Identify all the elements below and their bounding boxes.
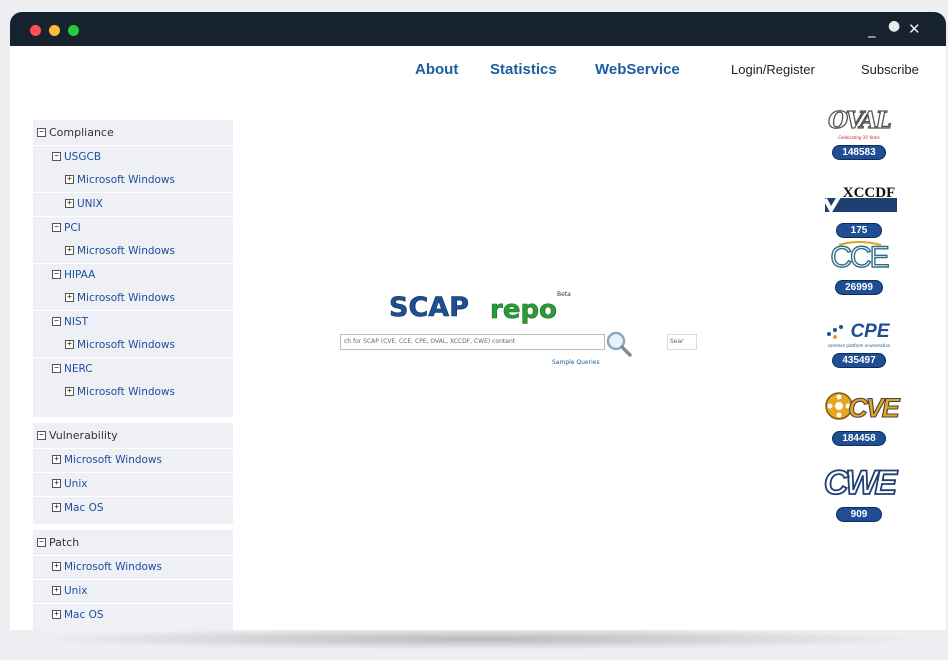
close-icon[interactable]: ✕: [908, 20, 921, 38]
browser-window: _ ● ✕ About Statistics WebService Login/…: [10, 12, 946, 630]
oval-count-badge: 148583: [832, 145, 886, 160]
nav-about[interactable]: About: [415, 61, 458, 78]
collapse-icon[interactable]: −: [52, 222, 61, 232]
xccdf-count-badge: 175: [835, 223, 883, 238]
expand-icon[interactable]: +: [52, 609, 61, 619]
cwe-count-badge: 909: [835, 507, 883, 522]
tree-item-vulnerability-windows[interactable]: + Microsoft Windows: [33, 449, 233, 473]
sample-queries-link[interactable]: Sample Queries: [552, 359, 600, 366]
tree-item-pci-windows[interactable]: + Microsoft Windows: [33, 240, 233, 264]
collapse-icon[interactable]: −: [52, 316, 61, 326]
oval-logo[interactable]: OVAL Celebrating 10 Years 148583: [799, 106, 919, 160]
window-shadow: [30, 628, 930, 650]
search-input[interactable]: ch for SCAP (CVE, CCE, CPE, OVAL, XCCDF,…: [340, 334, 605, 350]
oval-name: OVAL: [828, 108, 891, 134]
collapse-icon[interactable]: −: [52, 151, 61, 161]
expand-icon[interactable]: +: [65, 174, 74, 184]
collapse-icon[interactable]: −: [52, 269, 61, 279]
collapse-icon[interactable]: −: [37, 537, 46, 547]
cce-wordmark: CCE: [830, 240, 892, 274]
title-bar: _ ● ✕: [10, 12, 946, 46]
expand-icon[interactable]: +: [65, 198, 74, 208]
tree-item-patch[interactable]: − Patch: [33, 532, 233, 556]
oval-tagline: Celebrating 10 Years: [838, 135, 880, 140]
tree-item-hipaa[interactable]: − HIPAA: [33, 264, 233, 287]
expand-icon[interactable]: +: [52, 478, 61, 488]
nav-statistics[interactable]: Statistics: [490, 61, 557, 78]
collapse-icon[interactable]: −: [37, 430, 46, 440]
cce-count-badge: 26999: [835, 280, 883, 295]
oval-wordmark: OVAL: [827, 106, 893, 134]
tree-item-patch-unix[interactable]: + Unix: [33, 580, 233, 604]
tree-item-usgcb-windows[interactable]: + Microsoft Windows: [33, 169, 233, 193]
tree-item-nist[interactable]: − NIST: [33, 311, 233, 334]
tree-item-patch-mac[interactable]: + Mac OS: [33, 604, 233, 627]
scap-repo-logo: SCAP repo Beta: [389, 291, 571, 325]
tree-item-vulnerability-unix[interactable]: + Unix: [33, 473, 233, 497]
tree-item-nerc-windows[interactable]: + Microsoft Windows: [33, 381, 233, 413]
logo-scap-text: SCAP: [389, 292, 469, 323]
cpe-count-badge: 435497: [832, 353, 886, 368]
logo-repo-text: repo: [490, 295, 557, 325]
tree-item-usgcb[interactable]: − USGCB: [33, 146, 233, 169]
expand-icon[interactable]: +: [65, 386, 74, 396]
patch-group: − Patch + Microsoft Windows + Unix + Mac OS: [33, 530, 233, 630]
minimize-icon[interactable]: _: [868, 20, 876, 38]
collapse-icon[interactable]: −: [52, 363, 61, 373]
vulnerability-group: − Vulnerability + Microsoft Windows + Unix …: [33, 423, 233, 524]
cve-logo[interactable]: CVE 184458: [799, 390, 919, 446]
cwe-wordmark: CWE: [823, 463, 902, 503]
secondary-search-input[interactable]: Sear: [667, 334, 697, 350]
tree-item-patch-windows[interactable]: + Microsoft Windows: [33, 556, 233, 580]
cwe-logo[interactable]: CWE 909: [799, 463, 919, 522]
cve-wordmark: CVE: [825, 392, 903, 424]
tree-item-usgcb-unix[interactable]: + UNIX: [33, 193, 233, 217]
expand-icon[interactable]: +: [52, 454, 61, 464]
cve-count-badge: 184458: [832, 431, 886, 446]
cve-name: CVE: [848, 393, 901, 422]
category-tree: − Compliance − USGCB + Microsoft Windows + U…: [33, 120, 233, 630]
tree-item-pci[interactable]: − PCI: [33, 217, 233, 240]
tree-item-vulnerability-mac[interactable]: + Mac OS: [33, 497, 233, 520]
subscribe-link[interactable]: Subscribe: [861, 62, 919, 77]
tree-item-nerc[interactable]: − NERC: [33, 358, 233, 381]
expand-icon[interactable]: +: [65, 339, 74, 349]
logo-beta-text: Beta: [557, 291, 571, 298]
cpe-wordmark: CPE: [827, 321, 891, 342]
expand-icon[interactable]: +: [52, 585, 61, 595]
xccdf-logo[interactable]: XCCDF 175: [799, 184, 919, 238]
restore-icon[interactable]: ●: [888, 18, 900, 34]
nav-webservice[interactable]: WebService: [595, 61, 680, 78]
compliance-group: − Compliance − USGCB + Microsoft Windows + U…: [33, 120, 233, 417]
collapse-icon[interactable]: −: [37, 127, 46, 137]
tree-item-compliance[interactable]: − Compliance: [33, 122, 233, 146]
tree-item-vulnerability[interactable]: − Vulnerability: [33, 425, 233, 449]
search-icon[interactable]: [604, 330, 634, 358]
expand-icon[interactable]: +: [52, 502, 61, 512]
tree-item-hipaa-windows[interactable]: + Microsoft Windows: [33, 287, 233, 311]
cpe-logo[interactable]: CPE common platform enumeration 435497: [799, 318, 919, 368]
expand-icon[interactable]: +: [65, 245, 74, 255]
cpe-tagline: common platform enumeration: [827, 343, 891, 348]
tree-item-nist-windows[interactable]: + Microsoft Windows: [33, 334, 233, 358]
maximize-dot[interactable]: [68, 25, 79, 36]
cpe-name: CPE: [850, 321, 890, 342]
cce-logo[interactable]: CCE 26999: [799, 240, 919, 295]
login-register-link[interactable]: Login/Register: [731, 62, 815, 77]
cwe-name: CWE: [824, 464, 899, 498]
minimize-dot[interactable]: [49, 25, 60, 36]
expand-icon[interactable]: +: [52, 561, 61, 571]
xccdf-wordmark: XCCDF: [823, 185, 897, 215]
expand-icon[interactable]: +: [65, 292, 74, 302]
close-dot[interactable]: [30, 25, 41, 36]
xccdf-name: XCCDF: [843, 185, 896, 201]
